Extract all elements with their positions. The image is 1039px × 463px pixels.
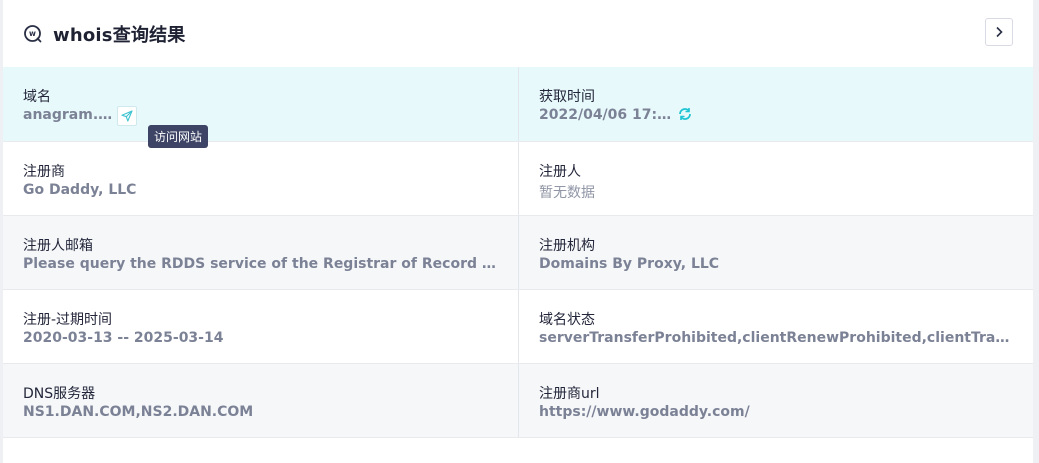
whois-card: w whois查询结果 域名 anagram.xyz 获取时间 [3, 0, 1033, 463]
dns-servers-cell: DNS服务器 NS1.DAN.COM,NS2.DAN.COM [3, 364, 518, 437]
fetch-time-value: 2022/04/06 17:09:17 [539, 107, 679, 123]
domain-value: anagram.xyz [23, 107, 113, 123]
field-label: 域名 [23, 89, 51, 105]
domain-status-cell: 域名状态 serverTransferProhibited,clientRene… [518, 290, 1033, 363]
field-label: 注册人邮箱 [23, 238, 93, 254]
field-label: 注册商url [539, 386, 600, 402]
field-label: 获取时间 [539, 89, 595, 105]
page-title: whois查询结果 [53, 25, 186, 46]
chevron-right-icon [994, 23, 1004, 42]
field-label: 域名状态 [539, 312, 595, 328]
registrar-cell: 注册商 Go Daddy, LLC [3, 142, 518, 215]
send-icon [121, 107, 133, 126]
field-label: DNS服务器 [23, 386, 96, 402]
registrant-value: 暂无数据 [539, 185, 595, 201]
registrant-cell: 注册人 暂无数据 [518, 142, 1033, 215]
refresh-icon[interactable] [677, 106, 693, 122]
table-row: 注册商 Go Daddy, LLC 注册人 暂无数据 [3, 142, 1033, 216]
registration-dates-cell: 注册-过期时间 2020-03-13 -- 2025-03-14 [3, 290, 518, 363]
table-row: 注册人邮箱 Please query the RDDS service of t… [3, 216, 1033, 290]
table-row: DNS服务器 NS1.DAN.COM,NS2.DAN.COM 注册商url ht… [3, 364, 1033, 438]
domain-cell: 域名 anagram.xyz [3, 67, 518, 141]
expand-button[interactable] [985, 18, 1013, 46]
field-label: 注册商 [23, 164, 65, 180]
card-header: w whois查询结果 [3, 0, 1033, 67]
visit-site-button[interactable] [117, 106, 137, 126]
field-label: 注册人 [539, 164, 581, 180]
svg-text:w: w [29, 29, 36, 38]
registrar-url-cell: 注册商url https://www.godaddy.com/ [518, 364, 1033, 437]
whois-table: 域名 anagram.xyz 获取时间 2022/04/06 17:09:17 [3, 67, 1033, 438]
field-label: 注册-过期时间 [23, 312, 113, 328]
registrant-email-value: Please query the RDDS service of the Reg… [23, 256, 498, 272]
whois-logo-icon: w [23, 24, 42, 43]
registration-dates-value: 2020-03-13 -- 2025-03-14 [23, 330, 224, 346]
registrant-org-cell: 注册机构 Domains By Proxy, LLC [518, 216, 1033, 289]
registrant-org-value: Domains By Proxy, LLC [539, 256, 720, 272]
field-label: 注册机构 [539, 238, 595, 254]
registrar-url-value: https://www.godaddy.com/ [539, 404, 750, 420]
visit-site-tooltip: 访问网站 [148, 125, 209, 148]
registrar-value: Go Daddy, LLC [23, 182, 137, 198]
domain-status-value: serverTransferProhibited,clientRenewProh… [539, 330, 1014, 346]
registrant-email-cell: 注册人邮箱 Please query the RDDS service of t… [3, 216, 518, 289]
fetch-time-cell: 获取时间 2022/04/06 17:09:17 [518, 67, 1033, 141]
dns-servers-value: NS1.DAN.COM,NS2.DAN.COM [23, 404, 254, 420]
table-row: 注册-过期时间 2020-03-13 -- 2025-03-14 域名状态 se… [3, 290, 1033, 364]
